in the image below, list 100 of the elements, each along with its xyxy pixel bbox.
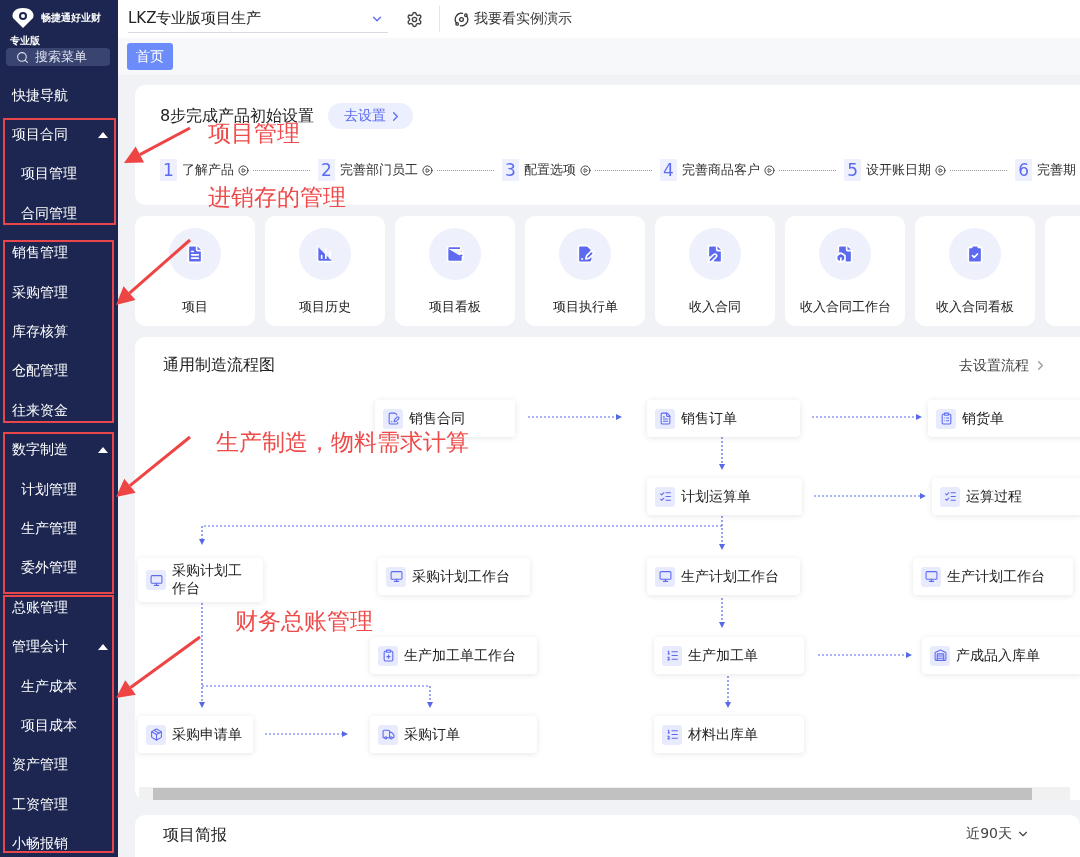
flow-node[interactable]: 运算过程	[932, 478, 1080, 515]
flow-node[interactable]: 销售订单	[647, 400, 800, 437]
sidebar-item[interactable]: 项目管理	[0, 154, 118, 195]
flow-node[interactable]: 采购申请单	[138, 716, 253, 753]
setup-button[interactable]: 去设置	[328, 103, 414, 129]
flow-node[interactable]: 采购订单	[370, 716, 537, 753]
step-number: 4	[660, 159, 677, 181]
play-icon[interactable]	[237, 163, 249, 177]
sidebar-item[interactable]: 总账管理	[0, 588, 118, 628]
node-label: 计划运算单	[681, 487, 751, 506]
node-label: 产成品入库单	[956, 646, 1040, 665]
sidebar-item[interactable]: 合同管理	[0, 194, 118, 234]
shortcut-tile[interactable]: 收入合同	[655, 216, 775, 326]
play-icon[interactable]	[763, 163, 775, 177]
step-number: 3	[502, 159, 519, 181]
document-icon	[662, 724, 682, 745]
document-icon	[930, 645, 950, 666]
sidebar-item[interactable]: 委外管理	[0, 548, 118, 589]
shortcut-icon	[429, 228, 481, 280]
annotation-arrow	[124, 126, 191, 163]
play-icon[interactable]	[934, 163, 946, 177]
settings-icon[interactable]	[406, 10, 423, 28]
flow-node[interactable]: 生产加工单	[654, 637, 804, 674]
document-icon	[655, 566, 675, 587]
sidebar-item[interactable]: 项目成本	[0, 706, 118, 746]
flow-node[interactable]: 产成品入库单	[922, 637, 1080, 674]
shortcut-icon	[689, 228, 741, 280]
step-number: 5	[844, 159, 861, 181]
step-number: 6	[1015, 159, 1032, 181]
sidebar-item[interactable]: 生产成本	[0, 666, 118, 707]
step-label[interactable]: 了解产品	[181, 161, 234, 179]
shortcut-tile[interactable]: 项目	[135, 216, 255, 326]
sidebar-item[interactable]: 采购管理	[0, 272, 118, 313]
shortcut-tile[interactable]: 收入合同看板	[915, 216, 1035, 326]
flow-title: 通用制造流程图	[163, 355, 275, 376]
shortcut-icon	[949, 228, 1001, 280]
sidebar-item[interactable]: 快捷导航	[0, 76, 118, 116]
sidebar-item[interactable]: 计划管理	[0, 469, 118, 510]
sidebar-item[interactable]: 项目合同	[0, 115, 118, 155]
logo-icon	[10, 7, 36, 29]
step-label[interactable]: 配置选项	[523, 161, 576, 179]
step-label[interactable]: 设开账日期	[865, 161, 931, 179]
sidebar-item[interactable]: 库存核算	[0, 312, 118, 352]
sidebar-item[interactable]: 工资管理	[0, 785, 118, 825]
document-icon	[378, 645, 398, 666]
caret-icon	[98, 644, 108, 651]
flow-node[interactable]: 采购计划工作台	[378, 558, 530, 595]
demo-link[interactable]: 我要看实例演示	[454, 10, 572, 28]
shortcut-tile[interactable]: 项目执行单	[525, 216, 645, 326]
flow-node[interactable]: 材料出库单	[654, 716, 804, 753]
sidebar-item[interactable]: 仓配管理	[0, 351, 118, 392]
document-icon	[662, 645, 682, 666]
search-field[interactable]: 搜索菜单	[6, 48, 110, 66]
brand-name: 畅捷通好业财	[41, 11, 101, 25]
step-label[interactable]: 完善期	[1037, 161, 1076, 179]
node-label: 采购计划工作台	[172, 562, 243, 598]
flow-node[interactable]: 采购计划工作台	[138, 558, 263, 602]
node-label: 生产计划工作台	[947, 567, 1045, 586]
document-icon	[378, 724, 398, 745]
node-label: 销售合同	[409, 409, 465, 428]
flow-node[interactable]: 生产计划工作台	[913, 558, 1073, 595]
node-label: 采购订单	[404, 725, 460, 744]
node-label: 采购计划工作台	[412, 567, 510, 586]
sidebar-item[interactable]: 数字制造	[0, 430, 118, 470]
planet-icon	[454, 11, 469, 27]
sidebar-item[interactable]: 小畅报销	[0, 824, 118, 857]
sidebar-item[interactable]: 销售管理	[0, 233, 118, 273]
account-select[interactable]: LKZ专业版项目生产	[128, 5, 388, 33]
shortcut-tile[interactable]: 项目历史	[265, 216, 385, 326]
node-label: 运算过程	[966, 487, 1022, 506]
horizontal-scrollbar[interactable]	[139, 787, 1070, 800]
step-number: 1	[160, 159, 177, 181]
flow-settings-link[interactable]: 去设置流程	[959, 356, 1048, 375]
flow-node[interactable]: 生产计划工作台	[647, 558, 800, 595]
shortcut-tile[interactable]: 项目看板	[395, 216, 515, 326]
sidebar-item[interactable]: 资产管理	[0, 745, 118, 786]
shortcut-icon	[819, 228, 871, 280]
brief-title: 项目简报	[163, 825, 227, 846]
node-label: 生产计划工作台	[681, 567, 779, 586]
period-select[interactable]: 近90天	[966, 825, 1030, 843]
document-icon	[940, 486, 960, 507]
annotation-label: 进销存的管理	[208, 186, 346, 209]
document-icon	[386, 566, 406, 587]
sidebar-item[interactable]: 往来资金	[0, 391, 118, 431]
flow-node[interactable]: 计划运算单	[647, 478, 802, 515]
caret-icon	[98, 447, 108, 454]
step-label[interactable]: 完善部门员工	[339, 161, 418, 179]
play-icon[interactable]	[421, 163, 433, 177]
step-number: 2	[318, 159, 335, 181]
shortcut-tile[interactable]: 收入合同工作台	[785, 216, 905, 326]
document-icon	[936, 408, 956, 429]
node-label: 销售订单	[681, 409, 737, 428]
play-icon[interactable]	[579, 163, 591, 177]
document-icon	[655, 486, 675, 507]
shortcut-icon	[559, 228, 611, 280]
flow-node[interactable]: 生产加工单工作台	[370, 637, 537, 674]
flow-node[interactable]: 销货单	[928, 400, 1080, 437]
sidebar-item[interactable]: 生产管理	[0, 509, 118, 549]
step-label[interactable]: 完善商品客户	[681, 161, 760, 179]
sidebar-item[interactable]: 管理会计	[0, 627, 118, 667]
